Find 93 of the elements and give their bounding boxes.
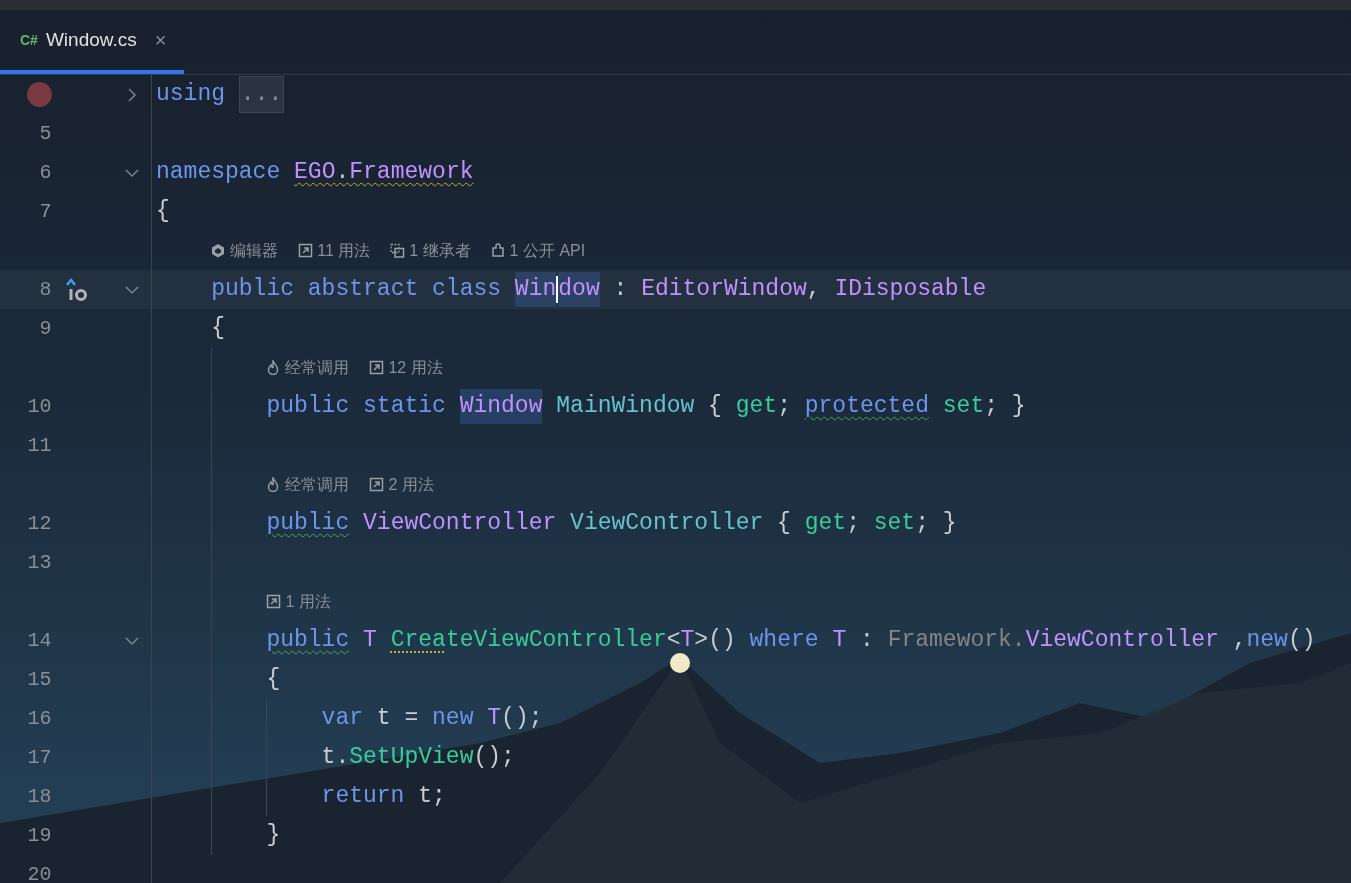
code-token: T: [832, 626, 847, 656]
line-number: 6: [39, 159, 52, 186]
code-token: Window: [459, 389, 543, 424]
code-token: ;: [777, 392, 792, 422]
code-token: {: [707, 392, 723, 422]
code-token: t =: [375, 704, 420, 734]
code-token: {: [776, 509, 792, 539]
code-token: ; }: [984, 392, 1026, 422]
code-token: teViewController: [445, 626, 667, 656]
code-token: {: [266, 665, 281, 695]
code-vision-hint[interactable]: 编辑器: [211, 238, 279, 263]
code-token: ViewController: [362, 509, 558, 539]
code-token: get: [804, 509, 847, 539]
code-token: T: [487, 704, 502, 734]
code-token: ;: [846, 509, 861, 539]
code-token: public static: [266, 392, 447, 422]
code-token: EditorWindow: [641, 275, 807, 305]
code-token: set: [941, 392, 985, 422]
code-token: protected: [804, 392, 929, 422]
code-token: SetUpView: [349, 743, 474, 773]
code-token: ,: [806, 275, 822, 305]
code-token: using: [156, 80, 226, 110]
code-token: new: [432, 704, 475, 734]
line-number: 20: [27, 861, 52, 883]
code-token: ,: [1231, 626, 1247, 656]
code-token: t;: [417, 782, 446, 812]
line-number: 10: [27, 393, 52, 420]
implemented-gutter-icon[interactable]: [63, 277, 88, 302]
code-token: ; }: [915, 509, 957, 539]
line-number: 9: [39, 315, 52, 342]
code-token: EGO: [294, 158, 336, 188]
code-token: set: [873, 509, 916, 539]
stacked-squares-icon: [390, 243, 406, 258]
code-token: MainWindow: [555, 392, 695, 422]
arrow-box-icon: [369, 360, 385, 375]
code-token: var: [321, 704, 364, 734]
line-number: 11: [27, 432, 52, 459]
code-vision-hint[interactable]: 1 用法: [266, 589, 331, 614]
code-vision-hint[interactable]: 1 公开 API: [490, 238, 586, 263]
code-vision-hint[interactable]: 经常调用: [266, 472, 350, 497]
code-token: :: [612, 275, 629, 305]
line-number: 18: [27, 783, 52, 810]
code-token: >(): [694, 626, 737, 656]
line-number: 12: [27, 510, 52, 537]
code-token: :: [859, 626, 875, 656]
code-vision-hint[interactable]: 12 用法: [369, 355, 443, 380]
code-token: .: [335, 158, 350, 188]
code-token: ViewController: [1025, 626, 1219, 656]
close-icon[interactable]: ×: [154, 25, 167, 55]
code-token: get: [735, 392, 778, 422]
line-number: 7: [39, 198, 52, 225]
code-token: {: [156, 197, 170, 227]
line-number: 16: [27, 705, 52, 732]
code-token: T: [680, 626, 695, 656]
line-number: 17: [27, 744, 52, 771]
line-number: 5: [39, 120, 52, 147]
arrow-box-icon: [266, 594, 282, 609]
code-token: return: [321, 782, 405, 812]
arrow-box-icon: [369, 477, 385, 492]
code-token: where: [749, 626, 820, 656]
code-token: Framework.: [887, 626, 1026, 656]
code-token: {: [211, 314, 225, 344]
line-number: 8: [39, 276, 52, 303]
cube-icon: [211, 243, 227, 258]
code-token: Framework: [349, 158, 474, 188]
code-token: dow: [558, 272, 600, 307]
line-number: 19: [27, 822, 52, 849]
code-vision-hint[interactable]: 1 继承者: [390, 238, 471, 263]
code-token: ();: [501, 704, 543, 734]
code-token: Win: [514, 272, 557, 307]
file-tab[interactable]: C# Window.cs ×: [0, 10, 185, 74]
code-vision-hint[interactable]: 11 用法: [298, 238, 371, 263]
code-token: <: [666, 626, 681, 656]
code-token: t.: [321, 743, 350, 773]
code-token: namespace: [156, 158, 282, 188]
code-token: IDisposable: [834, 275, 987, 305]
code-token: ();: [473, 743, 515, 773]
code-token: ViewController: [570, 509, 764, 539]
line-number: 15: [27, 666, 52, 693]
line-number: 13: [27, 549, 52, 576]
code-token: public abstract class: [211, 275, 503, 305]
line-number: 14: [27, 627, 52, 654]
code-token: }: [266, 821, 281, 851]
code-token: (): [1287, 626, 1316, 656]
code-token: public: [266, 626, 350, 656]
code-vision-hint[interactable]: 经常调用: [266, 355, 350, 380]
folded-code-button[interactable]: ...: [238, 76, 285, 113]
code-token: T: [362, 626, 378, 656]
code-token: Crea: [390, 626, 446, 656]
code-token: new: [1246, 626, 1288, 656]
code-vision-hint[interactable]: 2 用法: [369, 472, 434, 497]
arrow-box-icon: [298, 243, 314, 258]
code-token: public: [266, 509, 350, 539]
